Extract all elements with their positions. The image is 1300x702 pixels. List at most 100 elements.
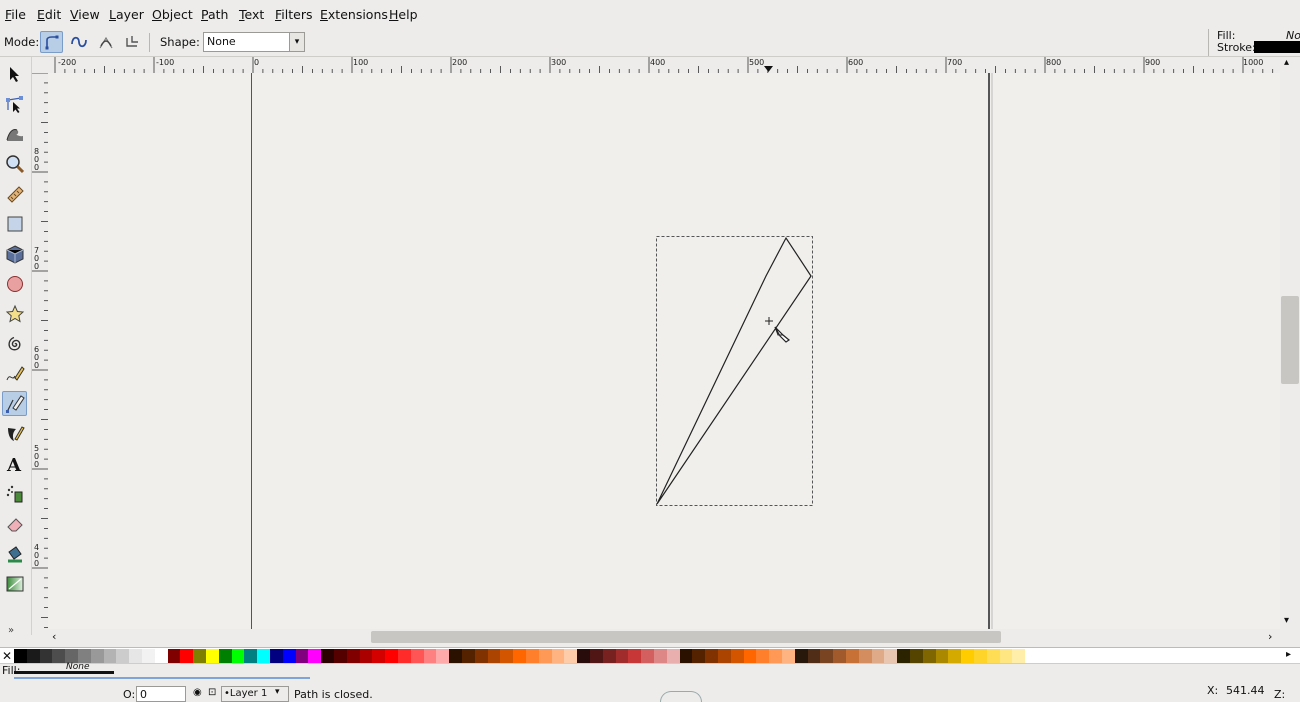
color-swatch[interactable]	[602, 649, 616, 663]
color-swatch[interactable]	[436, 649, 450, 663]
color-swatch[interactable]	[167, 649, 181, 663]
color-swatch[interactable]	[346, 649, 360, 663]
menu-text[interactable]: Text	[239, 7, 264, 22]
color-swatch[interactable]	[385, 649, 399, 663]
menu-extensions[interactable]: Extensions	[320, 7, 388, 22]
color-swatch[interactable]	[948, 649, 962, 663]
color-swatch[interactable]	[782, 649, 795, 663]
paraxial-lines-icon[interactable]	[120, 31, 143, 53]
color-swatch[interactable]	[308, 649, 322, 663]
lock-icon[interactable]: ⊡	[208, 687, 216, 698]
color-swatch[interactable]	[999, 649, 1013, 663]
color-swatch[interactable]	[154, 649, 168, 663]
horizontal-scroll-thumb[interactable]	[371, 631, 1001, 643]
color-swatch[interactable]	[833, 649, 847, 663]
color-swatch[interactable]	[103, 649, 117, 663]
eraser-tool[interactable]	[2, 511, 27, 536]
color-swatch[interactable]	[474, 649, 488, 663]
star-tool[interactable]	[2, 301, 27, 326]
color-swatch[interactable]	[270, 649, 283, 663]
color-swatch[interactable]	[334, 649, 347, 663]
rectangle-tool[interactable]	[2, 211, 27, 236]
color-swatch[interactable]	[142, 649, 155, 663]
vertical-scroll-thumb[interactable]	[1281, 296, 1299, 384]
color-swatch[interactable]	[846, 649, 859, 663]
scroll-right-icon[interactable]: ›	[1268, 630, 1272, 643]
scroll-left-icon[interactable]: ‹	[52, 630, 56, 643]
color-swatch[interactable]	[743, 649, 757, 663]
color-swatch[interactable]	[90, 649, 104, 663]
color-swatch[interactable]	[231, 649, 245, 663]
color-swatch[interactable]	[718, 649, 731, 663]
color-swatch[interactable]	[884, 649, 898, 663]
color-swatch[interactable]	[65, 649, 79, 663]
color-swatch[interactable]	[129, 649, 143, 663]
color-swatch[interactable]	[257, 649, 271, 663]
color-swatch[interactable]	[206, 649, 219, 663]
color-swatch[interactable]	[590, 649, 603, 663]
color-swatch[interactable]	[180, 649, 194, 663]
color-swatch[interactable]	[666, 649, 680, 663]
menu-file[interactable]: File	[5, 7, 26, 22]
regular-bezier-icon[interactable]	[40, 31, 63, 53]
color-swatch[interactable]	[372, 649, 386, 663]
scroll-down-icon[interactable]: ▾	[1284, 615, 1289, 626]
color-swatch[interactable]	[974, 649, 987, 663]
menu-layer[interactable]: Layer	[109, 7, 144, 22]
calligraphy-tool[interactable]	[2, 421, 27, 446]
color-swatch[interactable]	[244, 649, 258, 663]
spiral-tool[interactable]	[2, 331, 27, 356]
color-swatch[interactable]	[871, 649, 885, 663]
color-swatch[interactable]	[193, 649, 207, 663]
color-swatch[interactable]	[615, 649, 629, 663]
color-swatch[interactable]	[551, 649, 565, 663]
color-swatch[interactable]	[526, 649, 539, 663]
gradient-tool[interactable]	[2, 571, 27, 596]
menu-object[interactable]: Object	[152, 7, 193, 22]
color-swatch[interactable]	[487, 649, 501, 663]
paint-bucket-tool[interactable]	[2, 541, 27, 566]
color-swatch[interactable]	[769, 649, 783, 663]
color-swatch[interactable]	[794, 649, 808, 663]
color-swatch[interactable]	[820, 649, 834, 663]
text-tool[interactable]: A	[2, 451, 27, 476]
color-swatch[interactable]	[897, 649, 911, 663]
menu-filters[interactable]: Filters	[275, 7, 312, 22]
color-swatch[interactable]	[14, 649, 27, 663]
color-swatch[interactable]	[359, 649, 373, 663]
color-swatch[interactable]	[730, 649, 744, 663]
measure-tool[interactable]	[2, 181, 27, 206]
color-swatch[interactable]	[641, 649, 655, 663]
color-swatch[interactable]	[398, 649, 411, 663]
color-swatch[interactable]	[538, 649, 552, 663]
color-swatch[interactable]	[410, 649, 424, 663]
color-swatch[interactable]	[910, 649, 923, 663]
eye-icon[interactable]: ◉	[193, 687, 202, 698]
color-swatch[interactable]	[52, 649, 66, 663]
menu-view[interactable]: View	[70, 7, 100, 22]
color-swatch[interactable]	[858, 649, 872, 663]
pen-tool[interactable]	[2, 391, 27, 416]
color-swatch[interactable]	[756, 649, 770, 663]
color-swatch[interactable]	[1012, 649, 1026, 663]
color-swatch[interactable]	[986, 649, 1000, 663]
bspline-path-icon[interactable]	[94, 31, 117, 53]
color-swatch[interactable]	[116, 649, 130, 663]
color-swatch[interactable]	[282, 649, 296, 663]
drawing-canvas[interactable]	[48, 73, 1280, 629]
scroll-up-icon[interactable]: ▴	[1284, 57, 1289, 68]
menu-path[interactable]: Path	[201, 7, 228, 22]
vertical-scrollbar[interactable]: ▴ ▾	[1280, 57, 1300, 629]
3d-box-tool[interactable]	[2, 241, 27, 266]
spiro-path-icon[interactable]	[67, 31, 90, 53]
horizontal-scrollbar[interactable]: ‹ ›	[48, 629, 1280, 645]
shape-select[interactable]: None ▾	[203, 32, 305, 52]
color-swatch[interactable]	[462, 649, 475, 663]
no-paint-icon[interactable]: ✕	[1, 649, 13, 663]
color-swatch[interactable]	[577, 649, 591, 663]
selector-tool[interactable]	[2, 61, 27, 86]
color-swatch[interactable]	[500, 649, 514, 663]
stroke-swatch[interactable]	[1254, 41, 1300, 53]
color-swatch[interactable]	[692, 649, 706, 663]
color-swatch[interactable]	[423, 649, 437, 663]
